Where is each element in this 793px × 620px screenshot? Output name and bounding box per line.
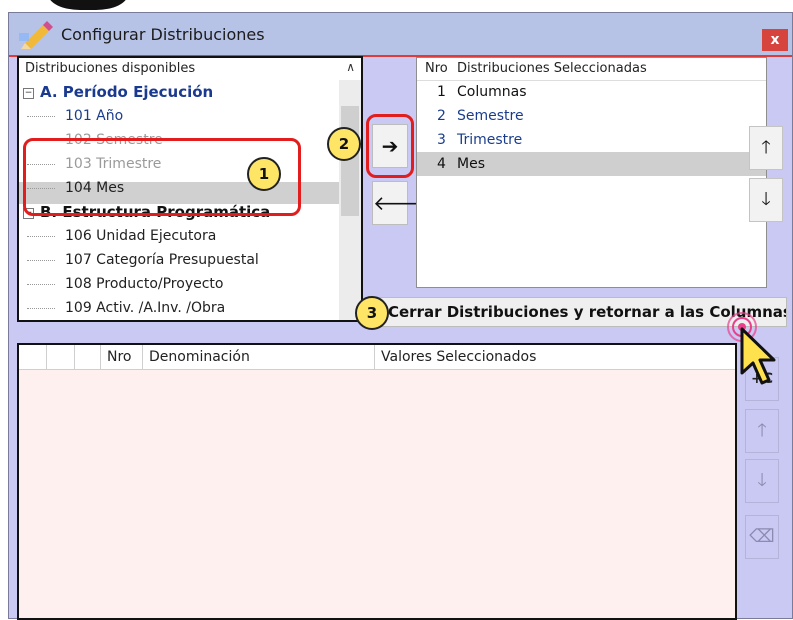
grid-col-2	[75, 345, 101, 369]
annotation-badge-2: 2	[327, 127, 361, 161]
tree-item-109[interactable]: 109 Activ. /A.Inv. /Obra	[27, 296, 225, 320]
tree-item-106[interactable]: 106 Unidad Ejecutora	[27, 224, 216, 248]
window-title: Configurar Distribuciones	[61, 25, 265, 44]
grid-col-nro: Nro	[101, 345, 143, 369]
title-bar: Configurar Distribuciones x	[9, 13, 792, 57]
selected-distributions-list[interactable]: Nro Distribuciones Seleccionadas 1 Column…	[416, 57, 767, 288]
chevron-up-icon[interactable]: ∧	[346, 60, 355, 74]
move-down-button[interactable]: 🡓	[749, 178, 783, 222]
pencil-icon	[19, 21, 53, 49]
selected-item[interactable]: 4 Mes	[417, 152, 766, 176]
annotation-badge-3: 3	[355, 296, 389, 330]
close-button[interactable]: x	[762, 29, 788, 51]
move-up-button[interactable]: 🡑	[749, 126, 783, 170]
grid-down-button[interactable]: 🡓	[745, 459, 779, 503]
tree-item-108[interactable]: 108 Producto/Proyecto	[27, 272, 223, 296]
values-grid[interactable]: Nro Denominación Valores Seleccionados	[17, 343, 737, 620]
tree-group-periodo[interactable]: − A. Período Ejecución	[23, 80, 213, 104]
move-right-button[interactable]: ➔	[372, 124, 408, 168]
grid-col-valores: Valores Seleccionados	[381, 349, 537, 365]
tree-item-101[interactable]: 101 Año	[27, 104, 123, 128]
move-left-button[interactable]: 🡐	[372, 181, 427, 225]
click-cursor-icon	[727, 312, 776, 385]
grid-col-denominacion: Denominación	[143, 345, 375, 369]
selected-header: Nro Distribuciones Seleccionadas	[417, 58, 766, 81]
available-header: Distribuciones disponibles	[25, 61, 196, 76]
grid-col-0	[19, 345, 47, 369]
grid-col-1	[47, 345, 75, 369]
collapse-icon[interactable]: −	[23, 87, 34, 99]
annotation-badge-1: 1	[247, 157, 281, 191]
tree-scrollbar[interactable]	[339, 80, 361, 320]
grid-header: Nro Denominación Valores Seleccionados	[19, 345, 735, 370]
selected-item[interactable]: 1 Columnas	[417, 80, 766, 104]
eraser-button[interactable]: ⌫	[745, 515, 779, 559]
grid-up-button[interactable]: 🡑	[745, 409, 779, 453]
selected-item[interactable]: 3 Trimestre	[417, 128, 766, 152]
selected-item[interactable]: 2 Semestre	[417, 104, 766, 128]
config-window: Configurar Distribuciones x Distribucion…	[8, 12, 793, 620]
tree-item-107[interactable]: 107 Categoría Presupuestal	[27, 248, 259, 272]
